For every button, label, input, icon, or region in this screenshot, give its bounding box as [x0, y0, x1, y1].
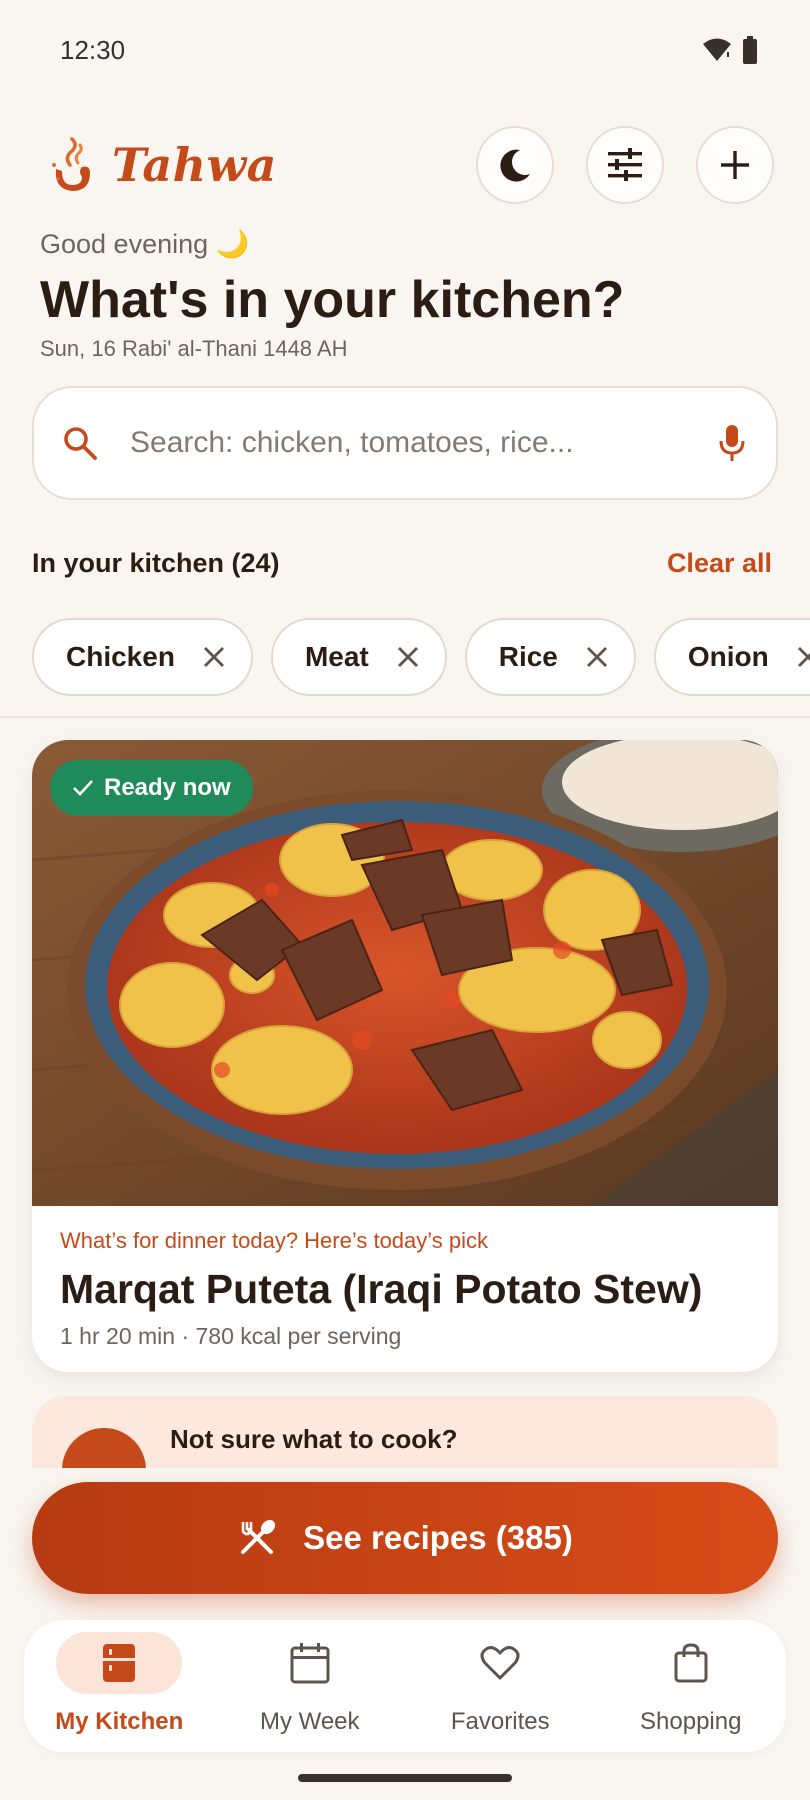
suggestion-title: Not sure what to cook?: [170, 1424, 458, 1454]
ingredient-chip[interactable]: Rice: [464, 618, 636, 696]
sparkle-icon: [62, 1428, 146, 1468]
theme-toggle-button[interactable]: [476, 126, 554, 204]
chip-label: Meat: [304, 641, 369, 672]
nav-item-favorites[interactable]: Favorites: [415, 1632, 585, 1736]
status-bar: 12:30: [0, 0, 810, 100]
search-icon: [64, 427, 97, 460]
status-time: 12:30: [60, 34, 126, 65]
nav-icon-wrap: [628, 1632, 754, 1694]
chip-label: Rice: [498, 641, 558, 672]
utensils-icon: [241, 1519, 276, 1554]
nav-icon-wrap: [56, 1632, 183, 1694]
wifi-icon: [703, 38, 731, 61]
add-button[interactable]: [696, 126, 774, 204]
status-icons: [702, 36, 758, 64]
steam-pot-logo-icon: [52, 137, 90, 191]
recipe-photo: Ready now: [32, 740, 778, 1206]
clear-all-link[interactable]: Clear all: [667, 548, 772, 579]
kitchen-title: In your kitchen (24): [32, 548, 280, 578]
page-title: What's in your kitchen?: [40, 271, 625, 329]
search-input[interactable]: [130, 426, 718, 460]
see-recipes-button[interactable]: See recipes (385): [32, 1482, 778, 1594]
recipe-meta: 1 hr 20 min · 780 kcal per serving: [60, 1323, 402, 1349]
battery-icon: [743, 36, 757, 64]
plus-icon: [721, 151, 749, 179]
nav-label: My Week: [259, 1708, 360, 1735]
app-header: Tahwa: [0, 120, 810, 210]
chip-label: Onion: [687, 641, 769, 672]
section-divider: [0, 716, 810, 718]
home-indicator[interactable]: [298, 1774, 512, 1782]
chip-label: Chicken: [66, 641, 175, 672]
ingredient-chip[interactable]: Onion: [653, 618, 810, 696]
nav-icon-wrap: [437, 1632, 563, 1694]
header-actions: [476, 126, 774, 204]
ingredient-chip[interactable]: Chicken: [32, 618, 253, 696]
heart-icon: [480, 1646, 520, 1680]
brand-name: Tahwa: [112, 138, 277, 192]
recipe-title: Marqat Puteta (Iraqi Potato Stew): [60, 1266, 703, 1312]
close-icon[interactable]: [797, 646, 810, 668]
nav-label: My Kitchen: [55, 1708, 184, 1735]
fridge-icon: [103, 1644, 136, 1682]
sliders-icon: [608, 148, 642, 181]
suggestion-card[interactable]: Not sure what to cook?: [32, 1396, 778, 1468]
badge-label: Ready now: [104, 774, 231, 801]
search-bar: [32, 386, 778, 500]
featured-recipe-card[interactable]: Ready now What’s for dinner today? Here’…: [32, 740, 778, 1372]
filters-button[interactable]: [586, 126, 664, 204]
bottom-navigation: My Kitchen My Week Favorites Shopping: [24, 1620, 786, 1752]
close-icon[interactable]: [203, 646, 225, 668]
nav-item-shopping[interactable]: Shopping: [606, 1632, 776, 1736]
recipe-kicker: What’s for dinner today? Here’s today’s …: [60, 1228, 489, 1253]
nav-item-my-kitchen[interactable]: My Kitchen: [34, 1632, 204, 1736]
recipe-info: What’s for dinner today? Here’s today’s …: [60, 1228, 750, 1350]
bag-icon: [674, 1643, 708, 1683]
nav-label: Favorites: [450, 1708, 550, 1735]
ingredient-chips: Chicken Meat Rice Onion: [32, 618, 810, 696]
check-icon: [73, 780, 93, 796]
ready-now-badge: Ready now: [50, 760, 253, 816]
brand: Tahwa: [48, 135, 277, 195]
ingredient-chip[interactable]: Meat: [270, 618, 447, 696]
nav-icon-wrap: [247, 1632, 373, 1694]
calendar-icon: [290, 1643, 330, 1684]
cta-label: See recipes (385): [303, 1519, 573, 1556]
hijri-date: Sun, 16 Rabi' al-Thani 1448 AH: [40, 336, 348, 361]
close-icon[interactable]: [586, 646, 608, 668]
close-icon[interactable]: [397, 646, 419, 668]
greeting-text: Good evening 🌙: [40, 229, 250, 259]
microphone-icon[interactable]: [718, 423, 746, 463]
kitchen-header: In your kitchen (24) Clear all: [32, 548, 772, 579]
nav-label: Shopping: [640, 1708, 742, 1735]
moon-icon: [500, 149, 530, 182]
nav-item-my-week[interactable]: My Week: [225, 1632, 395, 1736]
